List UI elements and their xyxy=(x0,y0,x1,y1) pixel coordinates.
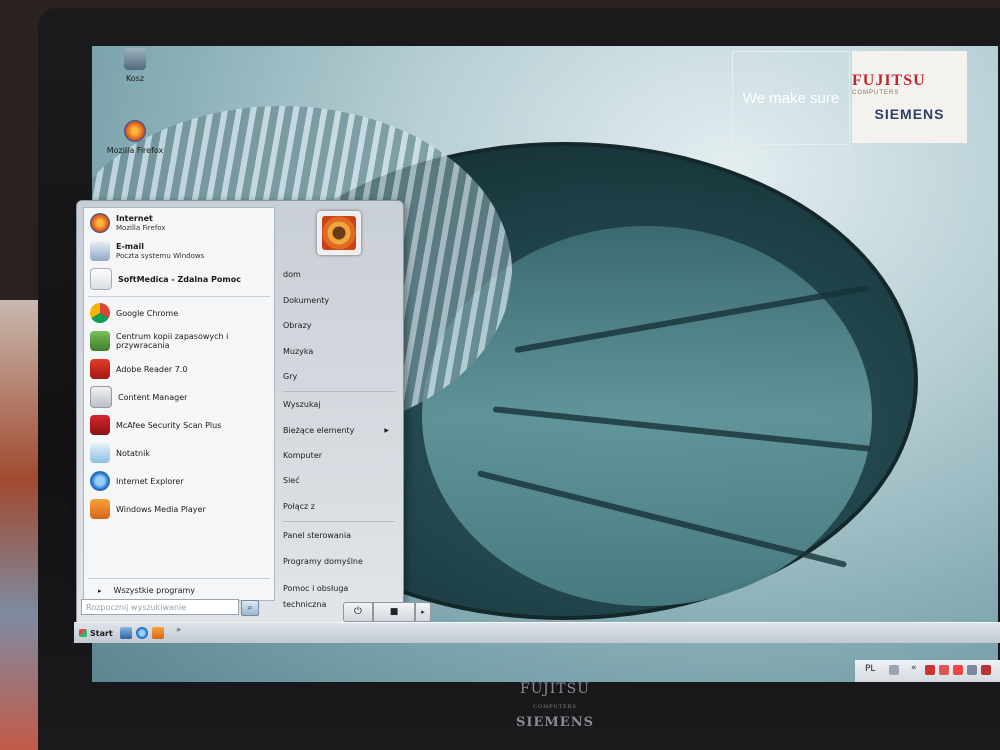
link-polacz-z[interactable]: Połącz z xyxy=(283,499,393,515)
search-button[interactable]: ⌕ xyxy=(241,600,259,616)
windows-logo-icon xyxy=(79,629,87,637)
link-wyszukaj[interactable]: Wyszukaj xyxy=(283,397,393,413)
divider xyxy=(283,391,395,392)
wallpaper-tagline: We make sure xyxy=(732,51,850,145)
link-label: Bieżące elementy xyxy=(283,426,355,435)
adobe-reader-icon xyxy=(90,359,110,379)
all-programs-button[interactable]: ▸ Wszystkie programy xyxy=(98,586,195,595)
arrow-right-icon: ▸ xyxy=(98,587,102,595)
start-menu: Internet Mozilla Firefox E-mail Poczta sys… xyxy=(76,200,431,634)
all-programs-label: Wszystkie programy xyxy=(113,586,196,595)
battery-icon[interactable] xyxy=(981,665,991,675)
lock-icon: ■ xyxy=(389,607,399,617)
link-biezace-elementy[interactable]: Bieżące elementy ▶ xyxy=(283,423,393,439)
power-icon: ⏻ xyxy=(354,606,362,617)
divider xyxy=(283,521,395,522)
program-label: Google Chrome xyxy=(116,308,179,318)
program-label: Windows Media Player xyxy=(116,504,206,514)
desktop-icon-firefox[interactable]: Mozilla Firefox xyxy=(100,120,170,155)
program-notepad[interactable]: Notatnik xyxy=(90,440,270,466)
pinned-softmedica[interactable]: SoftMedica - Zdalna Pomoc xyxy=(90,266,270,292)
link-obrazy[interactable]: Obrazy xyxy=(283,318,393,334)
link-dom[interactable]: dom xyxy=(283,267,393,283)
divider xyxy=(88,578,270,579)
search-icon: ⌕ xyxy=(247,603,253,613)
arrow-right-icon: ▸ xyxy=(421,608,425,616)
link-gry[interactable]: Gry xyxy=(283,369,393,385)
desktop-icon-label: Mozilla Firefox xyxy=(106,146,164,155)
program-label: Centrum kopii zapasowych i przywracania xyxy=(116,332,229,350)
alert-icon[interactable] xyxy=(953,665,963,675)
document-icon xyxy=(90,268,112,290)
wallpaper-logo: FUJITSU COMPUTERS SIEMENS xyxy=(852,51,967,143)
chrome-icon xyxy=(90,303,110,323)
expand-tray-button[interactable]: « xyxy=(911,663,917,673)
pinned-internet[interactable]: Internet Mozilla Firefox xyxy=(90,210,270,236)
mcafee-icon xyxy=(90,415,110,435)
start-menu-places-pane: dom Dokumenty Obrazy Muzyka Gry Wyszukaj… xyxy=(277,201,401,609)
program-label: Adobe Reader 7.0 xyxy=(116,364,188,374)
lock-button[interactable]: ■ xyxy=(373,602,415,622)
program-content-manager[interactable]: Content Manager xyxy=(90,384,270,410)
notepad-icon xyxy=(90,443,110,463)
security-icon[interactable] xyxy=(925,665,935,675)
program-google-chrome[interactable]: Google Chrome xyxy=(90,300,270,326)
background-object xyxy=(0,300,42,750)
language-indicator[interactable]: PL xyxy=(865,664,875,674)
shutdown-button[interactable]: ⏻ xyxy=(343,602,373,622)
power-options-button[interactable]: ▸ xyxy=(415,602,431,622)
mail-icon xyxy=(90,241,110,261)
pinned-email[interactable]: E-mail Poczta systemu Windows xyxy=(90,238,270,264)
link-muzyka[interactable]: Muzyka xyxy=(283,344,393,360)
program-internet-explorer[interactable]: Internet Explorer xyxy=(90,468,270,494)
pinned-subtitle: Mozilla Firefox xyxy=(116,224,166,232)
program-windows-media-player[interactable]: Windows Media Player xyxy=(90,496,270,522)
start-label: Start xyxy=(90,628,113,638)
start-menu-programs-pane: Internet Mozilla Firefox E-mail Poczta sys… xyxy=(83,207,275,601)
taskbar: Start » xyxy=(74,622,1000,643)
link-pomoc[interactable]: Pomoc i obsługa techniczna xyxy=(283,581,393,609)
firefox-icon xyxy=(124,120,146,142)
pinned-title: E-mail xyxy=(116,242,145,251)
program-backup-center[interactable]: Centrum kopii zapasowych i przywracania xyxy=(90,328,270,354)
program-label: Content Manager xyxy=(118,392,188,402)
link-dokumenty[interactable]: Dokumenty xyxy=(283,293,393,309)
firefox-icon xyxy=(90,213,110,233)
quick-launch-more-button[interactable]: » xyxy=(176,625,181,634)
link-siec[interactable]: Sieć xyxy=(283,473,393,489)
link-komputer[interactable]: Komputer xyxy=(283,448,393,464)
recycle-bin-icon xyxy=(124,48,146,70)
pinned-title: SoftMedica - Zdalna Pomoc xyxy=(118,274,241,284)
program-mcafee[interactable]: McAfee Security Scan Plus xyxy=(90,412,270,438)
flower-icon xyxy=(322,216,356,250)
media-player-icon xyxy=(90,499,110,519)
search-input[interactable]: Rozpocznij wyszukiwanie xyxy=(81,599,239,615)
system-tray: PL « xyxy=(855,660,1000,682)
user-avatar[interactable] xyxy=(317,211,361,255)
volume-icon[interactable] xyxy=(967,665,977,675)
content-manager-icon xyxy=(90,386,112,408)
mcafee-tray-icon[interactable] xyxy=(939,665,949,675)
program-label: Notatnik xyxy=(116,448,150,458)
internet-explorer-icon xyxy=(90,471,110,491)
bezel-logo: FUJITSU COMPUTERS SIEMENS xyxy=(516,681,594,731)
network-icon[interactable] xyxy=(889,665,899,675)
media-player-icon[interactable] xyxy=(152,627,164,639)
program-adobe-reader[interactable]: Adobe Reader 7.0 xyxy=(90,356,270,382)
divider xyxy=(88,296,270,297)
program-label: Internet Explorer xyxy=(116,476,184,486)
link-programy-domyslne[interactable]: Programy domyślne xyxy=(283,554,393,570)
internet-explorer-icon[interactable] xyxy=(136,627,148,639)
show-desktop-icon[interactable] xyxy=(120,627,132,639)
backup-icon xyxy=(90,331,110,351)
pinned-subtitle: Poczta systemu Windows xyxy=(116,252,205,260)
desktop-icon-label: Kosz xyxy=(125,74,145,83)
program-label: McAfee Security Scan Plus xyxy=(116,420,222,430)
arrow-right-icon: ▶ xyxy=(384,427,389,434)
link-panel-sterowania[interactable]: Panel sterowania xyxy=(283,528,393,544)
pinned-title: Internet xyxy=(116,214,153,223)
desktop-icon-recycle-bin[interactable]: Kosz xyxy=(100,48,170,83)
start-button[interactable]: Start xyxy=(76,625,119,641)
